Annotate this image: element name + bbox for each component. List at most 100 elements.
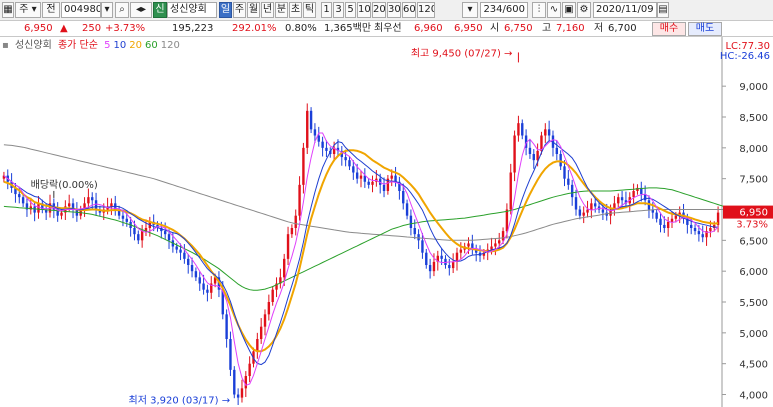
grid-icon[interactable]: ▦ bbox=[2, 2, 14, 18]
legend-square-icon: ▪ bbox=[2, 40, 9, 51]
candle-body bbox=[559, 154, 562, 167]
candle-body bbox=[505, 209, 509, 232]
indicator-icon[interactable]: ∿ bbox=[547, 2, 561, 18]
interval-button[interactable]: 3 bbox=[333, 2, 344, 18]
candle-body bbox=[244, 376, 248, 389]
count-field[interactable]: 234/600 bbox=[480, 2, 528, 18]
type-dropdown[interactable]: 주 ▾ bbox=[15, 2, 41, 18]
candle-body bbox=[33, 206, 36, 213]
last-price-label: 6,950 bbox=[739, 208, 768, 219]
candle-body bbox=[390, 175, 393, 179]
candle-body bbox=[590, 203, 593, 210]
mode-button[interactable]: 전 bbox=[42, 2, 60, 18]
candle-body bbox=[60, 212, 63, 216]
candle-body bbox=[306, 110, 309, 148]
candle-body bbox=[532, 154, 535, 161]
turnover-value: 0.80% bbox=[285, 23, 317, 34]
candle-body bbox=[202, 283, 205, 290]
candle-body bbox=[697, 231, 701, 235]
candle-body bbox=[187, 258, 190, 266]
candle-body bbox=[547, 129, 551, 136]
candle-body bbox=[670, 218, 674, 222]
candle-body bbox=[248, 363, 251, 377]
settings-icon[interactable]: ⚙ bbox=[577, 2, 591, 18]
candle-body bbox=[574, 197, 578, 210]
buy-button[interactable]: 매수 bbox=[652, 22, 686, 36]
change-pct: +3.73% bbox=[105, 23, 146, 34]
legend: ▪ 성신양회 종가 단순 5 10 20 60 120 bbox=[2, 39, 186, 53]
candle-body bbox=[283, 258, 286, 278]
candle-body bbox=[617, 197, 620, 204]
interval-button[interactable]: 5 bbox=[345, 2, 356, 18]
period-button[interactable]: 년 bbox=[261, 2, 274, 18]
y-tick-label: 8,000 bbox=[739, 144, 768, 155]
price-chart[interactable]: 4,0004,5005,0005,5006,0006,5007,0007,500… bbox=[0, 37, 773, 407]
amount-value: 1,365백만 bbox=[324, 23, 372, 34]
stock-name[interactable]: 성신양회 bbox=[167, 2, 217, 18]
period-button[interactable]: 월 bbox=[247, 2, 260, 18]
candle-body bbox=[236, 394, 240, 398]
candle-body bbox=[317, 135, 320, 142]
interval-button[interactable]: 30 bbox=[387, 2, 401, 18]
candle-body bbox=[125, 218, 128, 222]
high-annotation: 최고 9,450 (07/27) → bbox=[411, 47, 513, 59]
candle-body bbox=[137, 234, 140, 241]
sell-button[interactable]: 매도 bbox=[688, 22, 722, 36]
magnifier-icon[interactable]: ⌕ bbox=[115, 2, 129, 18]
candle-body bbox=[355, 172, 359, 179]
candle-body bbox=[428, 265, 432, 272]
y-tick-label: 5,500 bbox=[739, 298, 768, 309]
candle-body bbox=[198, 277, 201, 284]
candle-body bbox=[194, 271, 198, 278]
candle-body bbox=[490, 246, 493, 250]
speaker-icon[interactable]: ◂▸ bbox=[130, 2, 152, 18]
candle-body bbox=[179, 249, 182, 253]
interval-button[interactable]: 1 bbox=[321, 2, 332, 18]
candle-body bbox=[359, 175, 363, 179]
count-dropdown-icon[interactable]: ▾ bbox=[462, 2, 478, 18]
candle-body bbox=[133, 228, 136, 235]
candle-body bbox=[501, 231, 505, 241]
candle-body bbox=[578, 209, 582, 216]
candle-body bbox=[594, 203, 597, 207]
code-dropdown-icon[interactable]: ▾ bbox=[101, 2, 113, 18]
interval-button[interactable]: 120 bbox=[417, 2, 435, 18]
candle-body bbox=[302, 147, 305, 185]
candle-body bbox=[206, 289, 209, 293]
candle-body bbox=[321, 141, 324, 148]
chart-type-icon[interactable]: ⫶ bbox=[532, 2, 546, 18]
count-total: /600 bbox=[502, 4, 525, 15]
period-button[interactable]: 분 bbox=[275, 2, 288, 18]
candle-body bbox=[313, 129, 317, 136]
candle-body bbox=[570, 184, 574, 198]
candle-body bbox=[298, 184, 301, 216]
candle-body bbox=[167, 234, 171, 241]
code-input[interactable]: 004980 bbox=[61, 2, 101, 18]
period-button[interactable]: 주 bbox=[233, 2, 246, 18]
candle-body bbox=[632, 191, 635, 198]
interval-button[interactable]: 60 bbox=[402, 2, 416, 18]
candle-body bbox=[240, 388, 244, 398]
y-tick-label: 6,500 bbox=[739, 236, 768, 247]
period-button[interactable]: 일 bbox=[219, 2, 232, 18]
candle-body bbox=[256, 339, 259, 352]
open-value: 6,750 bbox=[504, 23, 533, 34]
interval-button[interactable]: 20 bbox=[372, 2, 386, 18]
up-arrow-icon: ▲ bbox=[60, 23, 68, 34]
candle-body bbox=[140, 231, 144, 241]
period-button[interactable]: 초 bbox=[289, 2, 302, 18]
candle-body bbox=[175, 246, 178, 250]
candle-body bbox=[367, 181, 370, 185]
candle-body bbox=[183, 252, 186, 259]
calendar-icon[interactable]: ▤ bbox=[657, 2, 669, 18]
date-input[interactable]: 2020/11/09 bbox=[593, 2, 657, 18]
save-icon[interactable]: ▣ bbox=[562, 2, 576, 18]
candle-body bbox=[586, 209, 589, 213]
interval-button[interactable]: 10 bbox=[357, 2, 371, 18]
candle-body bbox=[663, 224, 666, 229]
candle-body bbox=[709, 228, 712, 232]
y-tick-label: 8,500 bbox=[739, 113, 768, 124]
candle-body bbox=[693, 228, 697, 232]
candle-body bbox=[110, 203, 113, 207]
period-button[interactable]: 틱 bbox=[303, 2, 316, 18]
